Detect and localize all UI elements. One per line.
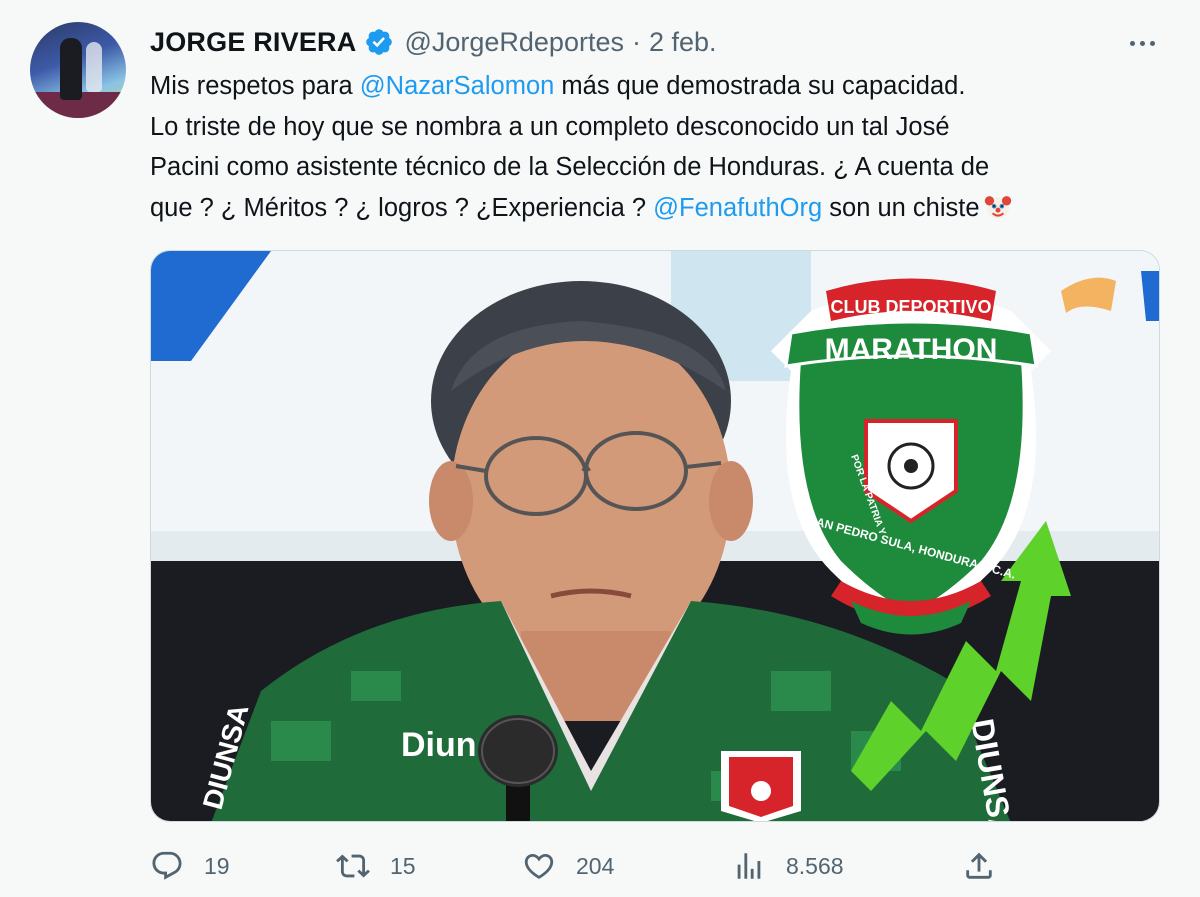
retweet-icon bbox=[336, 854, 370, 878]
avatar-figure bbox=[60, 38, 82, 100]
tweet-text-line-4: que ? ¿ Méritos ? ¿ logros ? ¿Experienci… bbox=[150, 188, 1180, 229]
more-dot-icon bbox=[1149, 40, 1155, 46]
tweet-text-line-3: Pacini como asistente técnico de la Sele… bbox=[150, 153, 990, 181]
header-separator: · bbox=[631, 26, 641, 57]
author-name[interactable]: JORGE RIVERA bbox=[150, 27, 356, 58]
tweet-date[interactable]: 2 feb. bbox=[649, 27, 717, 58]
more-dot-icon bbox=[1139, 40, 1145, 46]
reply-icon bbox=[152, 851, 182, 880]
heart-icon bbox=[524, 853, 554, 879]
reply-count: 19 bbox=[204, 852, 230, 879]
tweet-actions-bar: 19 15 204 8.568 bbox=[150, 842, 1160, 888]
text-segment: más que demostrada su capacidad. bbox=[554, 72, 966, 100]
author-handle[interactable]: @JorgeRdeportes bbox=[404, 27, 624, 58]
like-count: 204 bbox=[576, 852, 615, 879]
press-conference-photo: Diun DIUNSA DIUNSA CLUB DEPORTIVO MARATH… bbox=[151, 251, 1159, 821]
jersey-sponsor-text: Diun bbox=[401, 726, 477, 764]
retweet-button[interactable]: 15 bbox=[336, 846, 416, 886]
mention-link[interactable]: @NazarSalomon bbox=[360, 72, 555, 100]
crest-name-text: MARATHON bbox=[825, 333, 998, 366]
more-dot-icon bbox=[1129, 40, 1135, 46]
tweet-text: Mis respetos para @NazarSalomon más que … bbox=[150, 66, 1180, 228]
avatar-screen-figure bbox=[86, 42, 102, 92]
reply-button[interactable]: 19 bbox=[150, 846, 230, 886]
mention-link[interactable]: @FenafuthOrg bbox=[653, 194, 822, 222]
tweet-text-line-1: Mis respetos para @NazarSalomon más que … bbox=[150, 66, 1180, 107]
views-count: 8.568 bbox=[786, 852, 844, 879]
author-avatar[interactable] bbox=[30, 22, 126, 118]
like-button[interactable]: 204 bbox=[522, 846, 614, 886]
text-segment: son un chiste bbox=[822, 193, 980, 222]
tweet-text-line-2: Lo triste de hoy que se nombra a un comp… bbox=[150, 112, 950, 141]
views-button[interactable]: 8.568 bbox=[732, 846, 844, 886]
tweet-header: JORGE RIVERA @JorgeRdeportes · 2 feb. bbox=[150, 24, 717, 60]
share-icon bbox=[966, 852, 992, 879]
share-button[interactable] bbox=[962, 846, 996, 886]
crest-top-text: CLUB DEPORTIVO bbox=[830, 297, 991, 317]
verified-badge-icon[interactable] bbox=[364, 27, 394, 57]
retweet-count: 15 bbox=[390, 852, 416, 879]
text-segment: que ? ¿ Méritos ? ¿ logros ? ¿Experienci… bbox=[150, 193, 654, 222]
text-segment: Mis respetos para bbox=[150, 72, 360, 100]
tweet-media-image[interactable]: Diun DIUNSA DIUNSA CLUB DEPORTIVO MARATH… bbox=[150, 250, 1160, 822]
views-chart-icon bbox=[737, 853, 761, 879]
clown-face-icon bbox=[984, 195, 1011, 219]
tweet[interactable]: JORGE RIVERA @JorgeRdeportes · 2 feb. Mi… bbox=[0, 0, 1200, 897]
more-options-button[interactable] bbox=[1120, 26, 1164, 60]
